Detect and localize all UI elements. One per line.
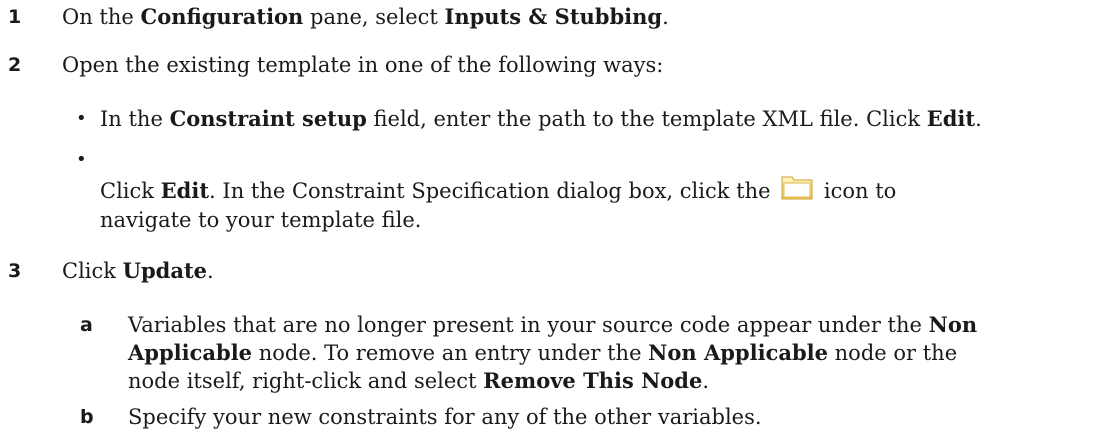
configuration-pane-label: Configuration	[140, 4, 304, 29]
substep-letter: a	[80, 314, 93, 336]
inputs-stubbing-label: Inputs & Stubbing	[444, 4, 663, 29]
step-number: 2	[8, 54, 22, 76]
edit-label: Edit	[160, 178, 210, 203]
bullet-dot: •	[76, 149, 87, 170]
step-text: Open the existing template in one of the…	[62, 53, 664, 77]
substep-letter: b	[80, 406, 94, 428]
update-label: Update	[122, 258, 208, 283]
bullet-dot: •	[76, 108, 87, 129]
step-number: 3	[8, 260, 22, 282]
constraint-setup-label: Constraint setup	[169, 106, 367, 131]
step-text: Click Update.	[62, 258, 214, 283]
step-number: 1	[8, 6, 22, 28]
instructions-page: 1 On the Configuration pane, select Inpu…	[0, 0, 1110, 431]
remove-this-node-label: Remove This Node	[483, 368, 703, 393]
bullet-text: In the Constraint setup field, enter the…	[100, 106, 982, 131]
step-text: On the Configuration pane, select Inputs…	[62, 4, 669, 29]
folder-icon[interactable]	[781, 174, 813, 200]
edit-label: Edit	[926, 106, 976, 131]
